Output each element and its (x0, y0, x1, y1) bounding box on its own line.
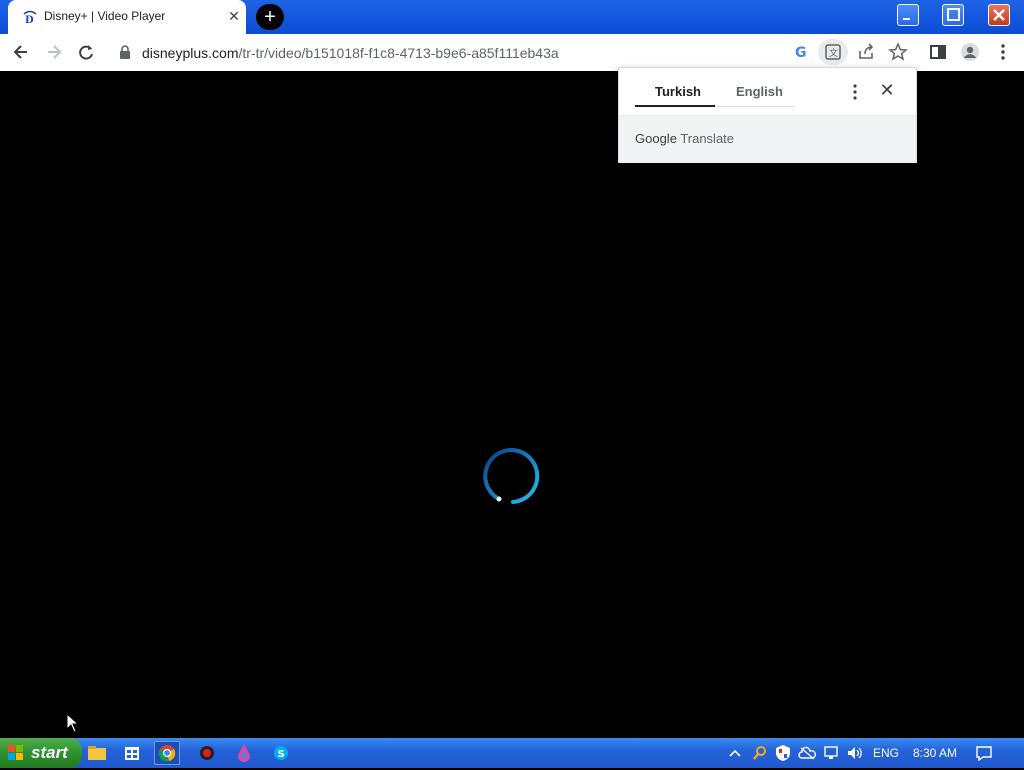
google-translate-brand: Google Translate (635, 131, 734, 146)
svg-text:D: D (25, 15, 34, 25)
notifications-icon[interactable] (975, 745, 993, 761)
start-button[interactable]: start (0, 738, 82, 768)
security-shield-icon[interactable] (775, 744, 791, 762)
translate-footer: Google Translate (619, 115, 916, 163)
volume-icon[interactable] (846, 745, 864, 761)
skype-taskbar-button[interactable]: S (268, 741, 294, 765)
svg-text:S: S (278, 749, 285, 760)
start-label: start (31, 743, 68, 762)
back-arrow-icon[interactable] (11, 42, 31, 62)
translate-button[interactable]: 文 (818, 39, 848, 65)
droplet-icon (238, 744, 250, 762)
brand-google: Google (635, 131, 677, 146)
store-taskbar-button[interactable] (119, 741, 145, 765)
url-host: disneyplus.com (142, 45, 239, 61)
close-window-button[interactable] (988, 4, 1010, 26)
maximize-button[interactable] (942, 4, 964, 26)
profile-avatar-icon[interactable] (960, 42, 980, 62)
minimize-button[interactable] (897, 4, 919, 26)
file-explorer-taskbar-button[interactable] (84, 741, 110, 765)
translate-popup: Turkish English ✕ Google Translate (618, 67, 917, 163)
skype-icon: S (274, 746, 288, 760)
tab-disney[interactable]: D Disney+ | Video Player ✕ (8, 0, 246, 34)
browser-window: D Disney+ | Video Player ✕ + disneyplus.… (0, 0, 1024, 738)
minimize-icon (903, 18, 910, 20)
svg-text:G: G (795, 45, 807, 61)
recorder-taskbar-button[interactable] (194, 741, 220, 765)
browser-menu-icon[interactable] (993, 42, 1013, 62)
disney-favicon-icon: D (23, 10, 37, 25)
google-icon[interactable]: G (792, 42, 812, 62)
bookmark-star-icon[interactable] (888, 42, 908, 62)
tab-close-icon[interactable]: ✕ (226, 8, 242, 24)
maximize-icon (947, 8, 960, 21)
windows-flag-icon (8, 745, 23, 760)
system-clock[interactable]: 8:30 AM (913, 746, 957, 760)
mouse-cursor-icon (66, 713, 80, 733)
network-icon[interactable] (823, 745, 839, 761)
svg-text:文: 文 (829, 47, 838, 59)
tab-source-language[interactable]: Turkish (655, 84, 701, 99)
tab-strip: D Disney+ | Video Player ✕ + (0, 0, 1024, 34)
search-magnifier-icon[interactable] (752, 745, 768, 761)
new-tab-button[interactable]: + (256, 4, 284, 30)
url-path: /tr-tr/video/b151018f-f1c8-4713-b9e6-a85… (238, 45, 559, 61)
reload-icon[interactable] (76, 42, 96, 62)
translate-icon: 文 (825, 44, 841, 60)
active-tab-indicator (635, 105, 715, 107)
close-icon (993, 9, 1005, 21)
video-player[interactable] (0, 71, 1024, 738)
chrome-taskbar-button[interactable] (154, 741, 180, 765)
tab-divider (715, 106, 795, 107)
record-icon (200, 746, 214, 760)
side-panel-icon[interactable] (928, 42, 948, 62)
forward-arrow-icon[interactable] (44, 42, 64, 62)
chrome-icon (158, 745, 176, 762)
onedrive-cloud-icon[interactable] (798, 746, 816, 760)
tab-title: Disney+ | Video Player (44, 9, 166, 23)
droplet-app-taskbar-button[interactable] (231, 741, 257, 765)
address-bar[interactable]: disneyplus.com/tr-tr/video/b151018f-f1c8… (110, 37, 850, 67)
loading-spinner-icon (483, 448, 540, 504)
store-icon (125, 747, 139, 760)
url-text[interactable]: disneyplus.com/tr-tr/video/b151018f-f1c8… (142, 45, 559, 61)
show-hidden-icons-chevron-icon[interactable] (728, 746, 742, 760)
translate-close-icon[interactable]: ✕ (877, 80, 897, 100)
taskbar: start S ENG 8:30 AM (0, 738, 1024, 768)
tab-target-language[interactable]: English (736, 84, 783, 99)
brand-translate: Translate (680, 131, 735, 146)
lock-icon[interactable] (119, 45, 131, 59)
more-options-icon[interactable] (849, 82, 861, 102)
share-icon[interactable] (856, 42, 876, 62)
folder-icon (88, 746, 106, 760)
language-indicator[interactable]: ENG (873, 746, 899, 760)
